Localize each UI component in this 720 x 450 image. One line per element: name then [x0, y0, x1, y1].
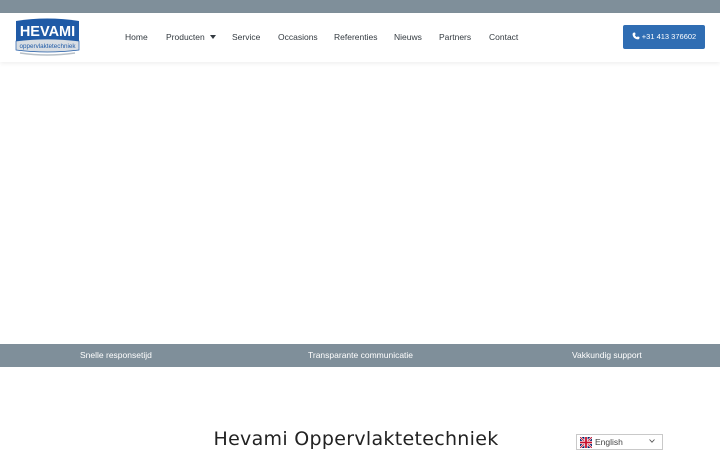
nav-service-label: Service — [232, 32, 261, 42]
nav-nieuws-label: Nieuws — [394, 32, 422, 42]
language-label: English — [595, 437, 623, 447]
nav-partners-label: Partners — [439, 32, 472, 42]
nav-partners[interactable]: Partners — [439, 13, 471, 62]
main-navigation: Home Producten Service Occasions Referen… — [0, 13, 720, 62]
features-bar: Snelle responsetijd Transparante communi… — [0, 344, 720, 367]
nav-occasions-label: Occasions — [278, 32, 318, 42]
feature-support: Vakkundig support — [572, 350, 642, 360]
phone-number: +31 413 376602 — [641, 32, 697, 41]
page-title-text: Hevami Oppervlaktetechniek — [213, 428, 499, 450]
uk-flag-icon — [580, 437, 592, 448]
nav-producten[interactable]: Producten — [166, 13, 216, 62]
nav-contact-label: Contact — [489, 32, 519, 42]
phone-icon — [632, 32, 640, 40]
nav-occasions[interactable]: Occasions — [278, 13, 318, 62]
nav-nieuws[interactable]: Nieuws — [394, 13, 422, 62]
nav-referenties-label: Referenties — [334, 32, 378, 42]
site-header: HEVAMI oppervlaktetechniek Home Producte… — [0, 13, 720, 62]
phone-button[interactable]: +31 413 376602 — [623, 25, 705, 49]
language-switcher[interactable]: English — [576, 434, 663, 450]
feature-response-time: Snelle responsetijd — [80, 350, 152, 360]
nav-home[interactable]: Home — [125, 13, 148, 62]
chevron-down-icon — [649, 439, 655, 443]
nav-referenties[interactable]: Referenties — [334, 13, 377, 62]
nav-contact[interactable]: Contact — [489, 13, 518, 62]
nav-service[interactable]: Service — [232, 13, 260, 62]
feature-communication: Transparante communicatie — [308, 350, 414, 360]
hero-section — [0, 62, 720, 344]
top-strip — [0, 0, 720, 13]
nav-producten-label: Producten — [166, 32, 205, 42]
caret-down-icon — [209, 34, 216, 39]
nav-home-label: Home — [125, 32, 148, 42]
